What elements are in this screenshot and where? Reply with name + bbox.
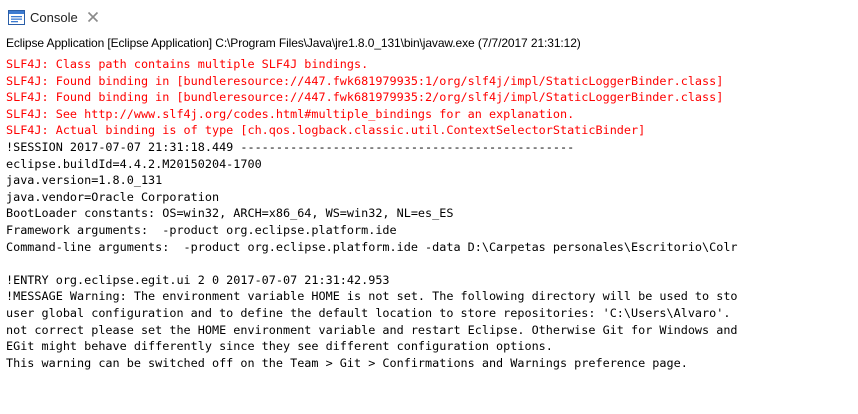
console-line: !SESSION 2017-07-07 21:31:18.449 -------… [6,139,575,154]
console-line: SLF4J: Found binding in [bundleresource:… [6,90,724,105]
console-line: SLF4J: Actual binding is of type [ch.qos… [6,123,646,138]
console-output[interactable]: SLF4J: Class path contains multiple SLF4… [6,56,858,371]
console-line: SLF4J: See http://www.slf4j.org/codes.ht… [6,106,575,121]
console-line: !MESSAGE Warning: The environment variab… [6,289,738,304]
launch-configuration-label: Eclipse Application [Eclipse Application… [6,36,581,50]
console-line: SLF4J: Class path contains multiple SLF4… [6,57,369,71]
close-icon[interactable] [86,10,100,24]
tab-console[interactable]: Console [4,5,106,29]
console-line: Framework arguments: -product org.eclips… [6,222,397,237]
console-line: java.version=1.8.0_131 [6,173,163,188]
console-icon [8,9,25,25]
view-tab-bar: Console [0,0,858,34]
console-line: java.vendor=Oracle Corporation [6,189,220,204]
console-line: Command-line arguments: -product org.ecl… [6,239,738,254]
console-line: user global configuration and to define … [6,305,731,320]
console-line: EGit might behave differently since they… [6,339,553,354]
console-line: BootLoader constants: OS=win32, ARCH=x86… [6,206,454,221]
console-line: eclipse.buildId=4.4.2.M20150204-1700 [6,156,262,171]
console-line: not correct please set the HOME environm… [6,322,738,337]
tab-console-label: Console [30,9,78,25]
console-line: !ENTRY org.eclipse.egit.ui 2 0 2017-07-0… [6,272,390,287]
console-view: Console Eclipse Application [Eclipse App… [0,0,858,414]
console-line: SLF4J: Found binding in [bundleresource:… [6,73,724,88]
console-line: This warning can be switched off on the … [6,355,688,370]
